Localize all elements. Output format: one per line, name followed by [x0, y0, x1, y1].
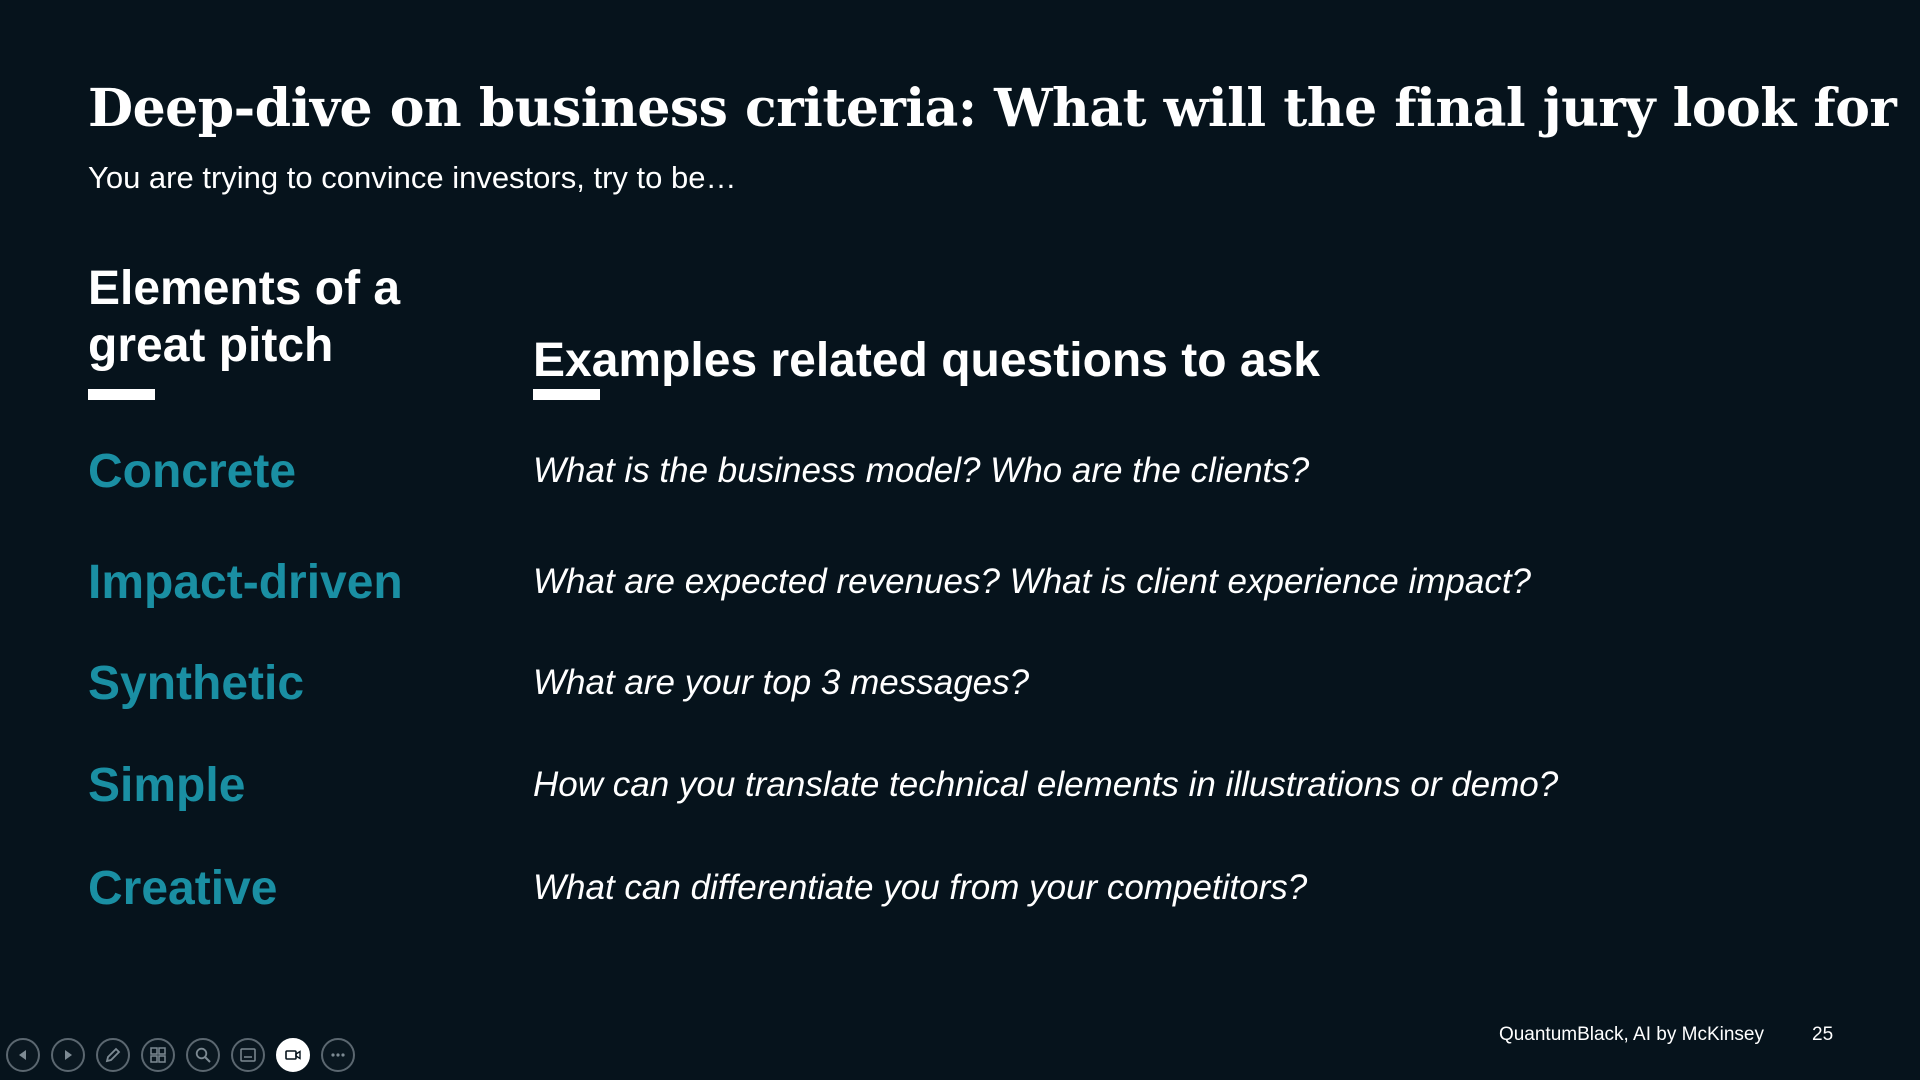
slide-subtitle: You are trying to convince investors, tr… — [88, 160, 737, 195]
next-slide-button[interactable] — [51, 1038, 85, 1072]
questions-heading: Examples related questions to ask — [533, 334, 1320, 387]
footer-brand: QuantumBlack, AI by McKinsey — [1498, 1024, 1764, 1045]
question-concrete: What is the business model? Who are the … — [533, 451, 1310, 490]
camera-button[interactable] — [276, 1038, 310, 1072]
element-impact-driven: Impact-driven — [88, 556, 403, 609]
subtitles-icon — [239, 1046, 257, 1064]
page-number: 25 — [1812, 1024, 1834, 1045]
zoom-button[interactable] — [186, 1038, 220, 1072]
more-options-button[interactable] — [321, 1038, 355, 1072]
see-all-slides-button[interactable] — [141, 1038, 175, 1072]
question-simple: How can you translate technical elements… — [533, 765, 1559, 804]
element-concrete: Concrete — [88, 445, 297, 498]
pen-button[interactable] — [96, 1038, 130, 1072]
pen-icon — [104, 1046, 122, 1064]
more-options-icon — [329, 1046, 347, 1064]
element-synthetic: Synthetic — [88, 657, 305, 710]
camera-icon — [284, 1046, 302, 1064]
slides-grid-icon — [149, 1046, 167, 1064]
previous-icon — [16, 1048, 30, 1062]
slide-title: Deep-dive on business criteria: What wil… — [88, 78, 1897, 139]
question-synthetic: What are your top 3 messages? — [533, 663, 1030, 702]
subtitles-button[interactable] — [231, 1038, 265, 1072]
presenter-toolbar — [6, 1038, 355, 1074]
questions-heading-underline — [533, 389, 600, 400]
question-creative: What can differentiate you from your com… — [533, 868, 1308, 907]
element-simple: Simple — [88, 759, 246, 812]
element-creative: Creative — [88, 862, 278, 915]
previous-slide-button[interactable] — [6, 1038, 40, 1072]
elements-heading-underline — [88, 389, 155, 400]
zoom-icon — [194, 1046, 212, 1064]
elements-heading: Elements of a great pitch — [88, 262, 401, 372]
presentation-slide: Deep-dive on business criteria: What wil… — [0, 0, 1920, 1080]
next-icon — [61, 1048, 75, 1062]
question-impact-driven: What are expected revenues? What is clie… — [533, 562, 1532, 601]
